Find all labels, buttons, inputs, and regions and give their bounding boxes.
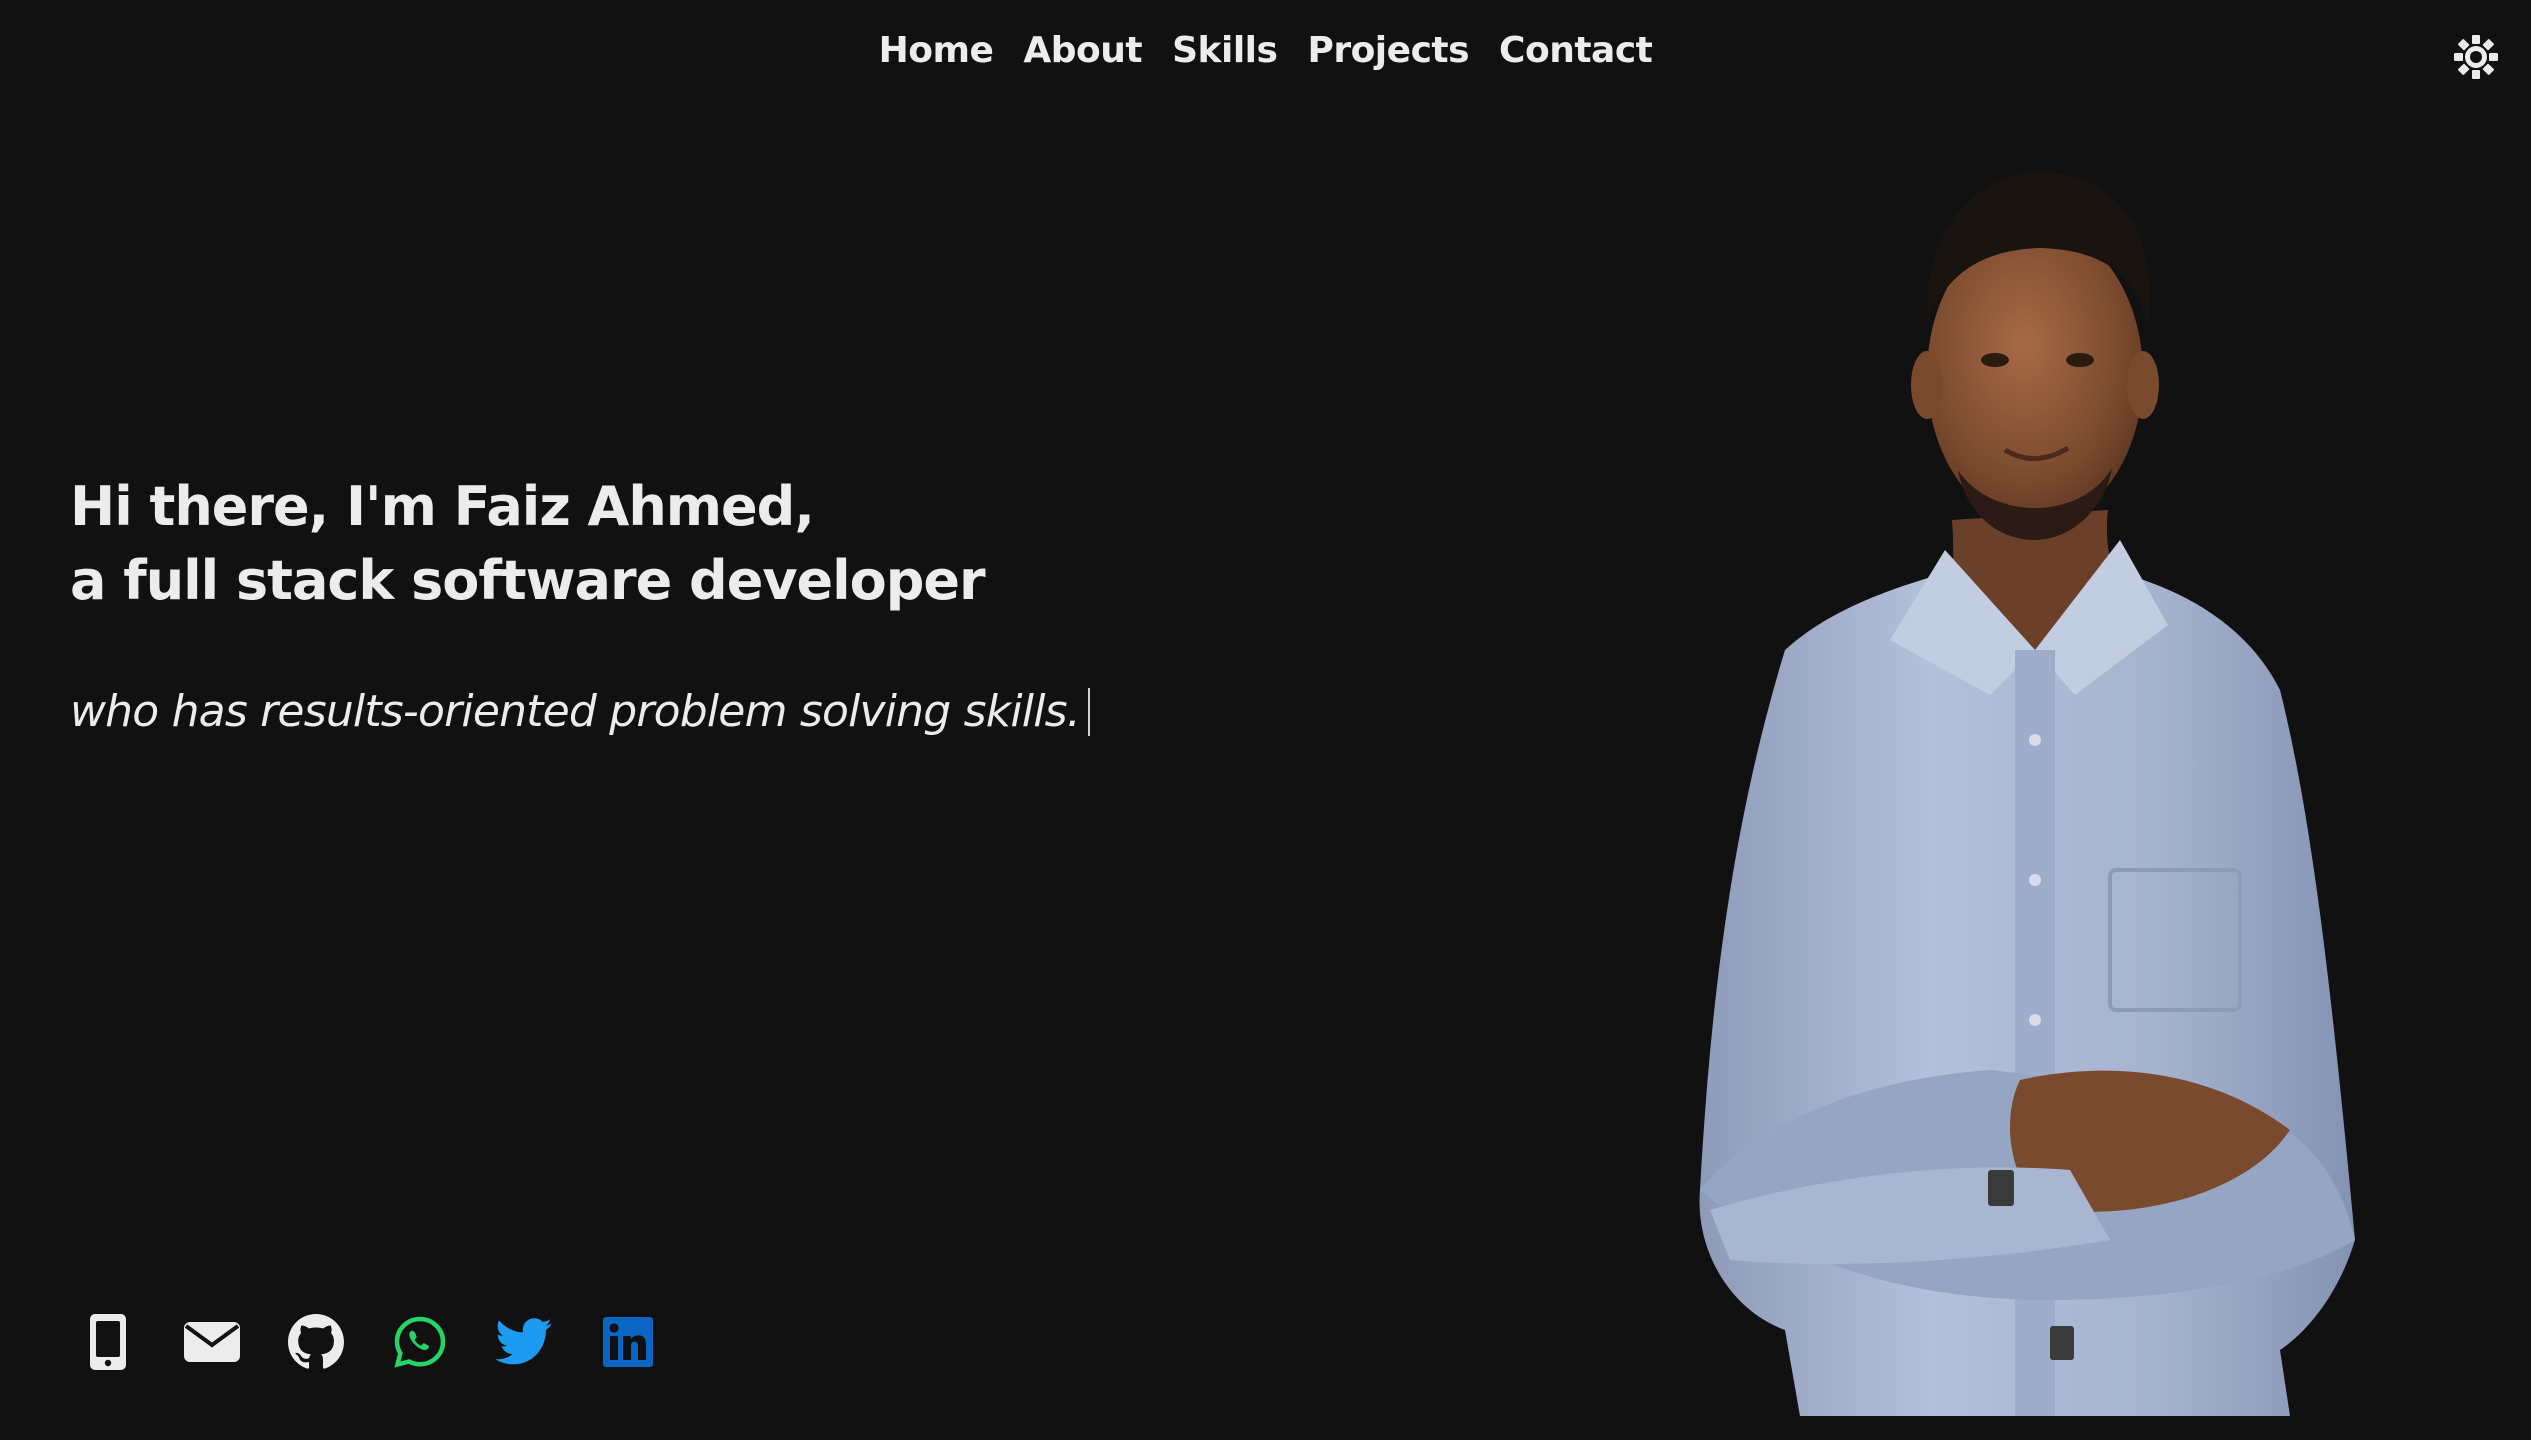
whatsapp-icon (394, 1316, 446, 1368)
envelope-icon (184, 1322, 240, 1362)
profile-photo (1699, 171, 2355, 1416)
linkedin-icon (603, 1317, 653, 1367)
theme-toggle-button[interactable] (2453, 34, 2499, 80)
social-links (78, 1312, 658, 1372)
hero-section: Hi there, I'm Faiz Ahmed, a full stack s… (70, 470, 1090, 737)
twitter-link[interactable] (494, 1312, 554, 1372)
portfolio-page: Home About Skills Projects Contact Hi th… (0, 0, 2531, 1440)
email-link[interactable] (182, 1312, 242, 1372)
main-nav: Home About Skills Projects Contact (0, 30, 2531, 71)
phone-link[interactable] (78, 1312, 138, 1372)
phone-icon (90, 1314, 126, 1370)
tagline-text: who has results-oriented problem solving… (70, 686, 1081, 737)
github-link[interactable] (286, 1312, 346, 1372)
twitter-icon (495, 1318, 552, 1365)
hero-headline: Hi there, I'm Faiz Ahmed, a full stack s… (70, 470, 1090, 618)
linkedin-link[interactable] (598, 1312, 658, 1372)
hero-tagline: who has results-oriented problem solving… (70, 686, 1090, 737)
nav-projects[interactable]: Projects (1307, 30, 1469, 71)
nav-about[interactable]: About (1023, 30, 1142, 71)
nav-contact[interactable]: Contact (1499, 30, 1653, 71)
headline-line-2: a full stack software developer (70, 549, 986, 612)
github-icon (288, 1314, 344, 1369)
typing-caret (1087, 687, 1090, 736)
sun-icon (2454, 35, 2498, 79)
whatsapp-link[interactable] (390, 1312, 450, 1372)
nav-skills[interactable]: Skills (1172, 30, 1278, 71)
nav-home[interactable]: Home (879, 30, 994, 71)
headline-line-1: Hi there, I'm Faiz Ahmed, (70, 475, 815, 538)
